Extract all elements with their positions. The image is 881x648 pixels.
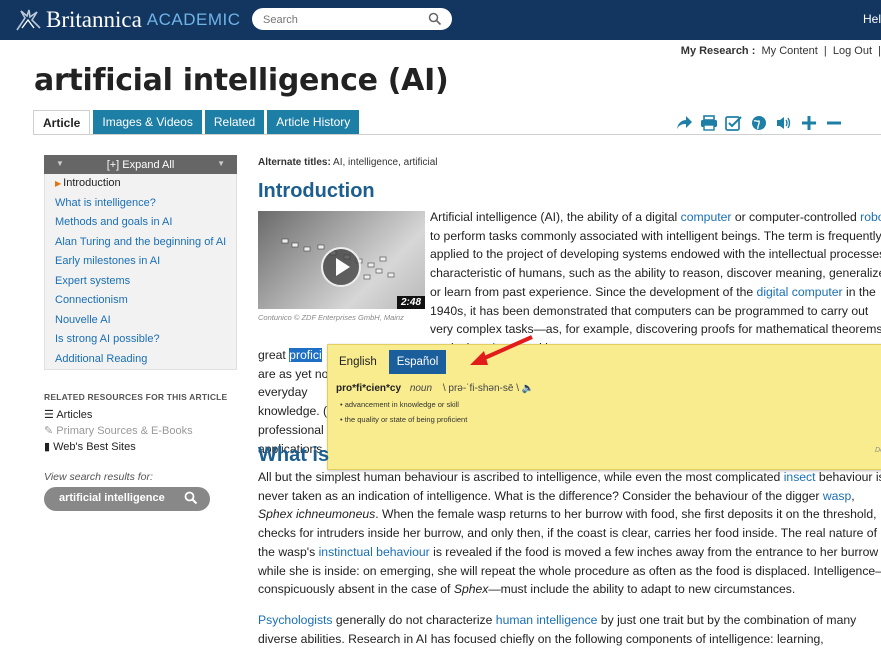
toc-item[interactable]: Additional Reading xyxy=(45,350,236,370)
related-search-button[interactable]: artificial intelligence xyxy=(44,487,210,511)
related-resources: RELATED RESOURCES FOR THIS ARTICLE ☰ Art… xyxy=(44,392,244,455)
logo-brand: Britannica xyxy=(46,7,142,32)
link-computer[interactable]: computer xyxy=(681,210,732,224)
chevron-down-icon: ▼ xyxy=(217,159,225,168)
toc-item[interactable]: Methods and goals in AI xyxy=(45,213,236,233)
toc-list: ▶ Introduction What is intelligence? Meth… xyxy=(44,174,237,370)
definition-1: • advancement in knowledge or skill xyxy=(340,400,459,409)
thistle-logo-icon xyxy=(16,9,41,31)
account-bar: My Research : My Content | Log Out | xyxy=(681,45,881,57)
translate-globe-icon[interactable] xyxy=(749,113,769,133)
cite-icon[interactable] xyxy=(724,113,744,133)
toc-item[interactable]: Expert systems xyxy=(45,272,236,292)
section-heading-what-is-intelligence: What is xyxy=(258,444,330,466)
what-paragraph-2: Psychologists generally do not character… xyxy=(258,613,857,646)
expand-all-label: [+] Expand All xyxy=(106,158,175,171)
link-instinctual-behaviour[interactable]: instinctual behaviour xyxy=(319,545,430,559)
pronunciation-audio-icon[interactable]: 🔈 xyxy=(522,383,534,394)
top-bar: Britannica ACADEMIC Hel xyxy=(0,0,881,40)
video-thumbnail[interactable]: 2:48 xyxy=(258,211,425,309)
related-item-label: Primary Sources & E-Books xyxy=(56,425,193,437)
chevron-down-icon: ▼ xyxy=(56,159,64,168)
alt-titles-label: Alternate titles: xyxy=(258,157,331,168)
tab-related[interactable]: Related xyxy=(204,110,265,134)
search-term: artificial intelligence xyxy=(59,492,165,504)
related-web-sites-link[interactable]: ▮ Web's Best Sites xyxy=(44,439,244,455)
section-heading-introduction: Introduction xyxy=(258,180,375,202)
my-content-link[interactable]: My Content xyxy=(762,45,818,57)
definition-2: • the quality or state of being proficie… xyxy=(340,415,468,424)
font-increase-icon[interactable] xyxy=(799,113,819,133)
share-icon[interactable] xyxy=(674,113,694,133)
pipe-divider: | xyxy=(823,45,827,57)
link-psychologists[interactable]: Psychologists xyxy=(258,613,333,627)
toc-item[interactable]: Alan Turing and the beginning of AI xyxy=(45,233,236,253)
list-icon: ☰ xyxy=(44,409,54,421)
current-marker-icon: ▶ xyxy=(55,179,62,188)
what-paragraph-1: All but the simplest human behaviour is … xyxy=(258,470,881,597)
toc-item[interactable]: Connectionism xyxy=(45,291,236,311)
related-primary-sources-link[interactable]: ✎ Primary Sources & E-Books xyxy=(44,423,244,439)
related-heading: RELATED RESOURCES FOR THIS ARTICLE xyxy=(44,392,228,402)
definition-text: the quality or state of being proficient xyxy=(344,415,468,424)
video-duration: 2:48 xyxy=(396,296,425,309)
tab-article[interactable]: Article xyxy=(33,110,91,135)
video-credit: Contunico © ZDF Enterprises GmbH, Mainz xyxy=(258,313,404,322)
pronunciation: \ prə-ˈfi-shən-sē \ xyxy=(442,383,519,394)
edit-icon: ✎ xyxy=(44,425,54,437)
print-icon[interactable] xyxy=(699,113,719,133)
highlighted-word[interactable]: profici xyxy=(289,348,322,362)
link-robot[interactable]: robot xyxy=(860,210,881,224)
logo-product: ACADEMIC xyxy=(146,10,241,29)
link-human-intelligence[interactable]: human intelligence xyxy=(496,613,598,627)
page-title: artificial intelligence (AI) xyxy=(34,63,449,98)
definition-text: advancement in knowledge or skill xyxy=(344,400,459,409)
log-out-link[interactable]: Log Out xyxy=(833,45,872,57)
popup-credit: De xyxy=(875,447,881,454)
link-insect[interactable]: insect xyxy=(784,470,816,484)
toc-item[interactable]: What is intelligence? xyxy=(45,194,236,214)
language-tabs: English Español xyxy=(331,350,447,374)
search-icon xyxy=(184,491,198,505)
britannica-logo[interactable]: Britannica ACADEMIC xyxy=(14,7,241,33)
alt-titles-value: AI, intelligence, artificial xyxy=(333,157,438,168)
my-research-label: My Research xyxy=(680,45,749,57)
dictionary-entry: pro*fi*cien*cy noun \ prə-ˈfi-shən-sē \ … xyxy=(336,383,534,394)
link-wasp[interactable]: wasp xyxy=(823,489,851,503)
toc-item-introduction[interactable]: ▶ Introduction xyxy=(45,174,236,194)
separator: : xyxy=(751,45,756,57)
search-icon[interactable] xyxy=(428,12,442,26)
toc-item[interactable]: Early milestones in AI xyxy=(45,252,236,272)
related-item-label: Articles xyxy=(56,409,93,421)
tab-divider xyxy=(33,134,881,135)
related-item-label: Web's Best Sites xyxy=(53,441,136,453)
view-results-label: View search results for: xyxy=(44,471,153,483)
part-of-speech: noun xyxy=(409,383,433,394)
lang-tab-english[interactable]: English xyxy=(331,350,385,374)
red-arrow-annotation xyxy=(470,335,533,365)
play-icon[interactable] xyxy=(321,247,361,287)
toc-item-label: Introduction xyxy=(63,177,121,189)
search-input[interactable] xyxy=(261,11,425,29)
headword: pro*fi*cien*cy xyxy=(336,383,402,394)
tab-images-videos[interactable]: Images & Videos xyxy=(93,110,202,134)
font-decrease-icon[interactable] xyxy=(824,113,844,133)
table-of-contents: ▼ [+] Expand All ▼ ▶ Introduction What is… xyxy=(44,155,237,370)
alternate-titles: Alternate titles: AI, intelligence, arti… xyxy=(258,157,438,168)
tab-article-history[interactable]: Article History xyxy=(267,110,360,134)
help-link[interactable]: Hel xyxy=(863,12,881,26)
link-digital-computer[interactable]: digital computer xyxy=(757,285,843,299)
article-toolbar xyxy=(674,113,849,133)
search-box[interactable] xyxy=(252,8,452,30)
audio-icon[interactable] xyxy=(774,113,794,133)
article-tabs: Article Images & Videos Related Article … xyxy=(33,110,362,135)
bookmark-icon: ▮ xyxy=(44,441,51,453)
lang-tab-spanish[interactable]: Español xyxy=(388,350,447,374)
dictionary-popup: English Español pro*fi*cien*cy noun \ pr… xyxy=(327,344,881,470)
expand-all-button[interactable]: ▼ [+] Expand All ▼ xyxy=(44,155,237,174)
toc-item[interactable]: Nouvelle AI xyxy=(45,311,236,331)
related-articles-link[interactable]: ☰ Articles xyxy=(44,407,244,423)
toc-item[interactable]: Is strong AI possible? xyxy=(45,330,236,350)
